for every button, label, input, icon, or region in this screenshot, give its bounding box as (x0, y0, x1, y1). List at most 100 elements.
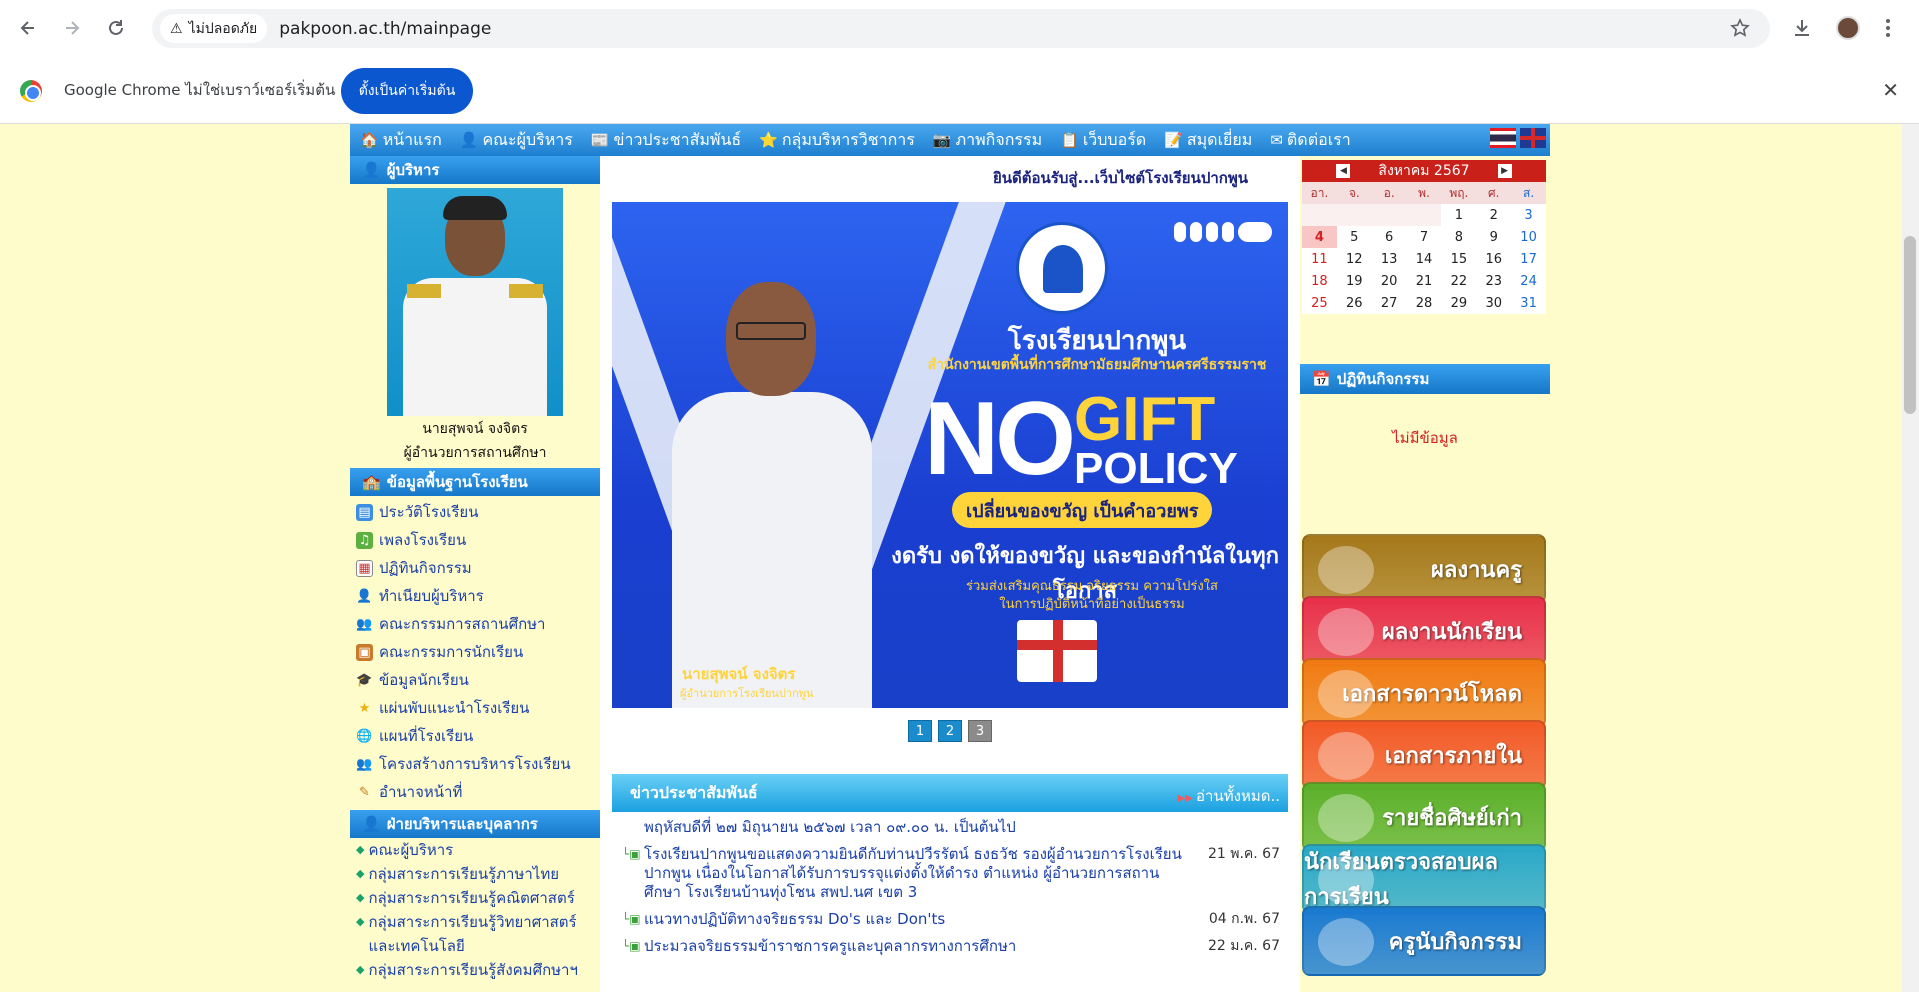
calendar-day[interactable]: 10 (1511, 226, 1546, 248)
forward-icon[interactable] (56, 12, 88, 44)
calendar-day[interactable]: 3 (1511, 204, 1546, 226)
next-month-icon[interactable]: ▶ (1497, 164, 1512, 178)
uk-flag-icon[interactable] (1520, 128, 1546, 148)
menu-item-calendar[interactable]: ▦ ปฏิทินกิจกรรม (356, 554, 600, 582)
calendar-day[interactable]: 19 (1336, 270, 1372, 292)
calendar-day[interactable]: 1 (1441, 204, 1477, 226)
calendar-day[interactable]: 17 (1511, 248, 1546, 270)
menu-item-history[interactable]: ▤ ประวัติโรงเรียน (356, 498, 600, 526)
menu-item-song[interactable]: ♫ เพลงโรงเรียน (356, 526, 600, 554)
back-icon[interactable] (12, 12, 44, 44)
thai-flag-icon[interactable] (1490, 128, 1516, 148)
read-all-link[interactable]: อ่านทั้งหมด.. (1177, 784, 1280, 808)
dept-item-thai[interactable]: กลุ่มสาระการเรียนรู้ภาษาไทย (356, 862, 600, 886)
calendar-day[interactable]: 9 (1476, 226, 1512, 248)
news-item[interactable]: └▣ โรงเรียนปากพูนขอแสดงความยินดีกับท่านปว… (612, 843, 1288, 908)
scrollbar-thumb[interactable] (1904, 236, 1916, 414)
reload-icon[interactable] (100, 12, 132, 44)
news-item[interactable]: └▣ แนวทางปฏิบัติทางจริยธรรม Do's และ Don'… (612, 908, 1288, 935)
prev-month-icon[interactable]: ◀ (1336, 164, 1351, 178)
calendar-dow: พฤ. (1441, 182, 1477, 204)
address-bar[interactable]: ⚠ ไม่ปลอดภัย pakpoon.ac.th/mainpage (152, 9, 1770, 48)
banner-subtext: ร่วมส่งเสริมคุณธรรม จริยธรรม ความโปร่งใส… (966, 579, 1218, 612)
dept-item-executives[interactable]: คณะผู้บริหาร (356, 838, 600, 862)
dept-item-math[interactable]: กลุ่มสาระการเรียนรู้คณิตศาสตร์ (356, 886, 600, 910)
close-icon[interactable]: ✕ (1882, 78, 1899, 102)
calendar-day[interactable]: 16 (1476, 248, 1512, 270)
nav-academic[interactable]: ⭐ กลุ่มบริหารวิชาการ (759, 128, 915, 153)
calendar-day[interactable]: 18 (1302, 270, 1337, 292)
teacher-activity-button[interactable]: ครูนับกิจกรรม (1302, 906, 1546, 976)
downloads-button[interactable]: เอกสารดาวน์โหลด (1302, 658, 1546, 728)
button-label: ครูนับกิจกรรม (1388, 929, 1522, 955)
calendar-day[interactable]: 12 (1336, 248, 1372, 270)
set-default-button[interactable]: ตั้งเป็นค่าเริ่มต้น (341, 68, 473, 114)
alumni-button[interactable]: รายชื่อศิษย์เก่า (1302, 782, 1546, 852)
exec-name: นายสุพจน์ จงจิตร (422, 421, 528, 437)
check-grades-button[interactable]: นักเรียนตรวจสอบผลการเรียน (1302, 844, 1546, 914)
download-icon[interactable] (1786, 12, 1818, 44)
school-icon: 🏫 (362, 473, 381, 491)
news-item[interactable]: └▣ ประมวลจริยธรรมข้าราชการครูและบุคลากรทา… (612, 935, 1288, 962)
nav-webboard[interactable]: 📋 เว็บบอร์ด (1060, 128, 1146, 153)
menu-item-duties[interactable]: ✎ อำนาจหน้าที่ (356, 778, 600, 806)
nav-guestbook[interactable]: 📝 สมุดเยี่ยม (1164, 128, 1252, 153)
menu-item-brochure[interactable]: ★ แผ่นพับแนะนำโรงเรียน (356, 694, 600, 722)
security-chip[interactable]: ⚠ ไม่ปลอดภัย (160, 14, 268, 43)
button-illustration-icon (1318, 670, 1374, 718)
calendar-day[interactable]: 4 (1302, 226, 1337, 248)
banner-slideshow[interactable]: โรงเรียนปากพูน สำนักงานเขตพื้นที่การศึกษ… (612, 202, 1288, 708)
page-3-button[interactable]: 3 (968, 720, 992, 742)
calendar-day[interactable]: 30 (1476, 292, 1512, 314)
url-text[interactable]: pakpoon.ac.th/mainpage (279, 19, 491, 39)
menu-item-structure[interactable]: 👥 โครงสร้างการบริหารโรงเรียน (356, 750, 600, 778)
calendar-day[interactable]: 5 (1336, 226, 1372, 248)
calendar-day[interactable]: 23 (1476, 270, 1512, 292)
calendar-day[interactable]: 26 (1336, 292, 1372, 314)
calendar-day (1336, 204, 1372, 226)
calendar-day[interactable]: 6 (1371, 226, 1407, 248)
dept-item-science[interactable]: กลุ่มสาระการเรียนรู้วิทยาศาสตร์และเทคโนโ… (356, 910, 600, 958)
page-2-button[interactable]: 2 (938, 720, 962, 742)
internal-docs-button[interactable]: เอกสารภายใน (1302, 720, 1546, 790)
calendar-day[interactable]: 2 (1476, 204, 1512, 226)
page-1-button[interactable]: 1 (908, 720, 932, 742)
button-label: เอกสารภายใน (1384, 743, 1522, 769)
nav-news[interactable]: 📰 ข่าวประชาสัมพันธ์ (591, 128, 741, 153)
menu-item-map[interactable]: 🌐 แผนที่โรงเรียน (356, 722, 600, 750)
news-item[interactable]: พฤหัสบดีที่ ๒๗ มิถุนายน ๒๕๖๗ เวลา ๐๙.๐๐ … (612, 816, 1288, 843)
calendar-day[interactable]: 27 (1371, 292, 1407, 314)
bookmark-star-icon[interactable] (1730, 18, 1750, 42)
profile-avatar[interactable] (1832, 12, 1864, 44)
calendar-day[interactable]: 28 (1406, 292, 1442, 314)
menu-item-exec-list[interactable]: 👤 ทำเนียบผู้บริหาร (356, 582, 600, 610)
calendar-day[interactable]: 8 (1441, 226, 1477, 248)
calendar-day[interactable]: 25 (1302, 292, 1337, 314)
calendar-day[interactable]: 7 (1406, 226, 1442, 248)
menu-dots-icon[interactable] (1872, 12, 1904, 44)
info-heading: 🏫 ข้อมูลพื้นฐานโรงเรียน (350, 468, 600, 496)
calendar-day[interactable]: 15 (1441, 248, 1477, 270)
school-page: 🏠 หน้าแรก 👤 คณะผู้บริหาร 📰 ข่าวประชาสัมพันธ… (350, 124, 1550, 992)
student-works-button[interactable]: ผลงานนักเรียน (1302, 596, 1546, 666)
calendar-day[interactable]: 20 (1371, 270, 1407, 292)
calendar-day[interactable]: 24 (1511, 270, 1546, 292)
nav-home[interactable]: 🏠 หน้าแรก (360, 128, 442, 153)
calendar-day[interactable]: 22 (1441, 270, 1477, 292)
teacher-works-button[interactable]: ผลงานครู (1302, 534, 1546, 604)
menu-item-student-committee[interactable]: ▣ คณะกรรมการนักเรียน (356, 638, 600, 666)
calendar-day[interactable]: 21 (1406, 270, 1442, 292)
menu-item-students[interactable]: 🎓 ข้อมูลนักเรียน (356, 666, 600, 694)
star-icon: ⭐ (759, 131, 778, 149)
calendar-day[interactable]: 14 (1406, 248, 1442, 270)
no-data-text: ไม่มีข้อมูล (1392, 429, 1458, 447)
calendar-day[interactable]: 13 (1371, 248, 1407, 270)
nav-gallery[interactable]: 📷 ภาพกิจกรรม (933, 128, 1042, 153)
nav-executives[interactable]: 👤 คณะผู้บริหาร (460, 128, 573, 153)
calendar-day[interactable]: 11 (1302, 248, 1337, 270)
menu-item-board[interactable]: 👥 คณะกรรมการสถานศึกษา (356, 610, 600, 638)
nav-contact[interactable]: ✉ ติดต่อเรา (1270, 128, 1350, 153)
dept-item-social[interactable]: กลุ่มสาระการเรียนรู้สังคมศึกษาฯ (356, 958, 600, 982)
calendar-day[interactable]: 31 (1511, 292, 1546, 314)
calendar-day[interactable]: 29 (1441, 292, 1477, 314)
